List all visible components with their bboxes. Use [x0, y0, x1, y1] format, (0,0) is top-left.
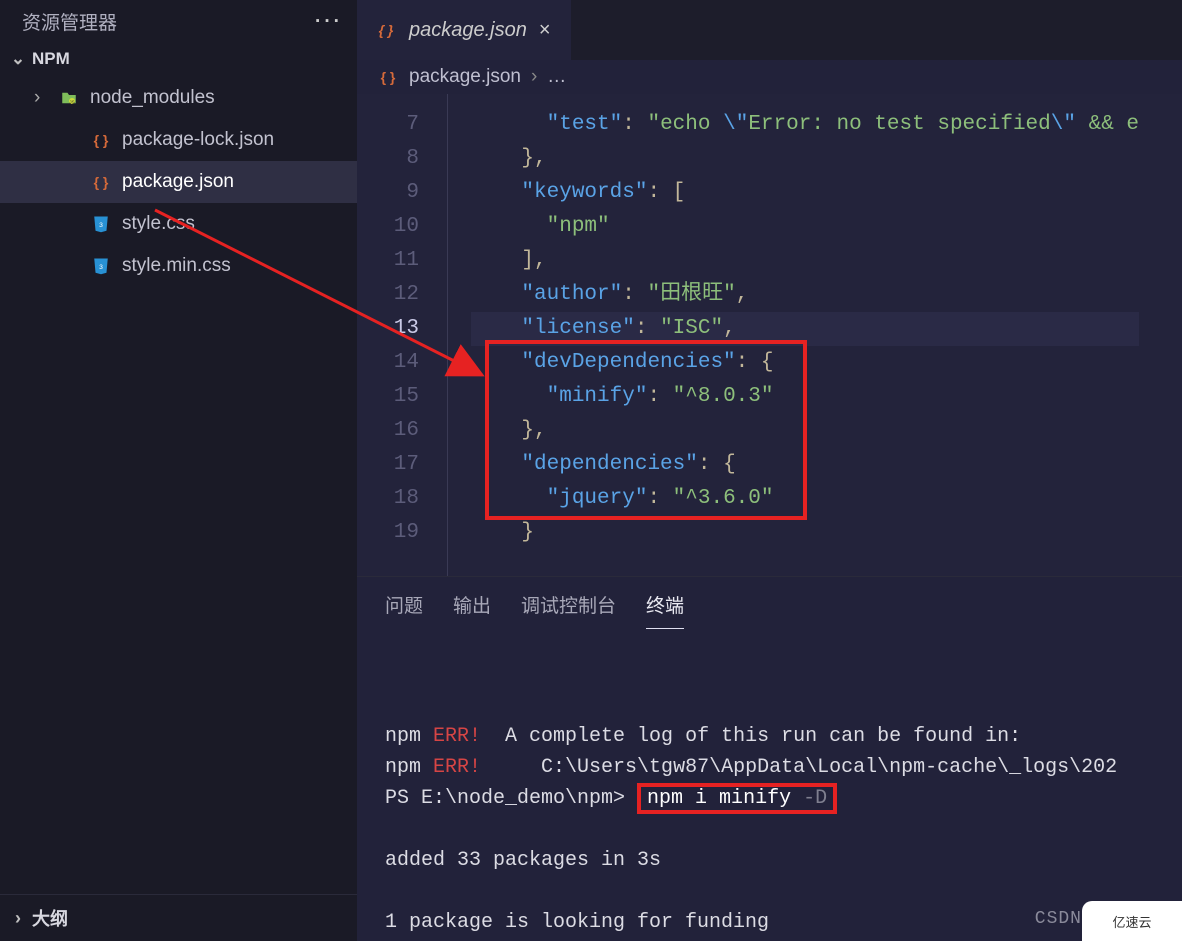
panel-tab-1[interactable]: 输出 — [453, 591, 491, 629]
code-line[interactable]: "devDependencies": { — [471, 346, 1139, 380]
line-number: 12 — [357, 278, 419, 312]
explorer-sidebar: 资源管理器 ··· ⌄ NPM › JS node_modules { } packag… — [0, 0, 357, 941]
terminal-line: added 33 packages in 3s — [385, 845, 1154, 876]
breadcrumb-sep-icon: › — [531, 66, 537, 88]
code-line[interactable]: ], — [471, 244, 1139, 278]
panel-tab-3[interactable]: 终端 — [646, 591, 684, 629]
folder-icon: JS — [58, 89, 80, 107]
csdn-watermark: CSDN — [1035, 904, 1082, 935]
bottom-panel: 问题输出调试控制台终端 npm ERR! A complete log of t… — [357, 576, 1182, 941]
tree-item-package-lock-json[interactable]: { } package-lock.json — [0, 119, 357, 161]
tree-item-label: package.json — [122, 166, 234, 198]
tree-item-node-modules[interactable]: › JS node_modules — [0, 77, 357, 119]
tab-package-json[interactable]: { } package.json × — [357, 0, 571, 60]
terminal-line — [385, 814, 1154, 845]
close-icon[interactable]: × — [539, 19, 551, 42]
explorer-title: 资源管理器 — [22, 8, 117, 35]
code-line[interactable]: "minify": "^8.0.3" — [471, 380, 1139, 414]
line-number: 9 — [357, 176, 419, 210]
css-icon: 3 — [90, 215, 112, 233]
line-number: 16 — [357, 414, 419, 448]
explorer-header: 资源管理器 ··· — [0, 0, 357, 43]
code-line[interactable]: "author": "田根旺", — [471, 278, 1139, 312]
code-line[interactable]: "npm" — [471, 210, 1139, 244]
outline-label: 大纲 — [32, 905, 68, 931]
line-number: 7 — [357, 108, 419, 142]
svg-text:3: 3 — [99, 222, 103, 229]
json-icon: { } — [90, 166, 112, 198]
line-number: 18 — [357, 482, 419, 516]
tree-item-style-min-css[interactable]: 3 style.min.css — [0, 245, 357, 287]
main-area: { } package.json × { } package.json › … … — [357, 0, 1182, 941]
line-number: 8 — [357, 142, 419, 176]
line-number: 14 — [357, 346, 419, 380]
breadcrumb[interactable]: { } package.json › … — [357, 60, 1182, 94]
indent-guide — [447, 94, 471, 576]
code-line[interactable]: "license": "ISC", — [471, 312, 1139, 346]
tree-item-label: style.css — [122, 208, 195, 240]
editor-tabs: { } package.json × — [357, 0, 1182, 60]
breadcrumb-file: package.json — [409, 66, 521, 88]
panel-tab-2[interactable]: 调试控制台 — [521, 591, 616, 629]
more-actions-icon[interactable]: ··· — [315, 11, 343, 33]
svg-text:JS: JS — [69, 99, 74, 104]
svg-text:3: 3 — [99, 264, 103, 271]
terminal-line — [385, 876, 1154, 907]
breadcrumb-rest: … — [547, 66, 566, 88]
code-line[interactable]: "keywords": [ — [471, 176, 1139, 210]
chevron-right-icon: › — [10, 908, 26, 929]
json-icon: { } — [377, 69, 399, 85]
folder-section-label: NPM — [32, 49, 70, 69]
code-line[interactable]: "dependencies": { — [471, 448, 1139, 482]
tree-item-label: package-lock.json — [122, 124, 274, 156]
brand-watermark: 亿速云 — [1082, 901, 1182, 941]
tree-item-package-json[interactable]: { } package.json — [0, 161, 357, 203]
json-icon: { } — [90, 124, 112, 156]
json-icon: { } — [375, 22, 397, 38]
panel-tab-0[interactable]: 问题 — [385, 591, 423, 629]
line-number: 13 — [357, 312, 419, 346]
panel-tabs: 问题输出调试控制台终端 — [357, 577, 1182, 629]
brand-watermark-label: 亿速云 — [1112, 912, 1151, 931]
chevron-down-icon: ⌄ — [10, 49, 26, 69]
code-line[interactable]: }, — [471, 414, 1139, 448]
outline-section-header[interactable]: › 大纲 — [0, 894, 357, 941]
tab-title: package.json — [409, 19, 527, 42]
terminal-line: npm ERR! C:\Users\tgw87\AppData\Local\np… — [385, 752, 1154, 783]
tree-item-label: style.min.css — [122, 250, 231, 282]
code-body[interactable]: "test": "echo \"Error: no test specified… — [471, 94, 1139, 576]
terminal[interactable]: npm ERR! A complete log of this run can … — [357, 629, 1182, 941]
tree-item-style-css[interactable]: 3 style.css — [0, 203, 357, 245]
code-editor[interactable]: 78910111213141516171819 "test": "echo \"… — [357, 94, 1182, 576]
line-number: 15 — [357, 380, 419, 414]
line-number: 19 — [357, 516, 419, 550]
line-gutter: 78910111213141516171819 — [357, 94, 447, 576]
tree-item-label: node_modules — [90, 82, 215, 114]
code-line[interactable]: }, — [471, 142, 1139, 176]
code-line[interactable]: "jquery": "^3.6.0" — [471, 482, 1139, 516]
line-number: 10 — [357, 210, 419, 244]
line-number: 11 — [357, 244, 419, 278]
folder-section-header[interactable]: ⌄ NPM — [0, 43, 357, 75]
chevron-right-icon: › — [34, 82, 48, 114]
annotation-box-command: npm i minify -D — [637, 783, 837, 814]
terminal-line: PS E:\node_demo\npm> npm i minify -D — [385, 783, 1154, 814]
css-icon: 3 — [90, 257, 112, 275]
code-line[interactable]: "test": "echo \"Error: no test specified… — [471, 108, 1139, 142]
terminal-line: npm ERR! A complete log of this run can … — [385, 721, 1154, 752]
line-number: 17 — [357, 448, 419, 482]
code-line[interactable]: } — [471, 516, 1139, 550]
terminal-prompt: PS E:\node_demo\npm> — [385, 787, 637, 810]
file-tree: › JS node_modules { } package-lock.json { } pa… — [0, 75, 357, 291]
